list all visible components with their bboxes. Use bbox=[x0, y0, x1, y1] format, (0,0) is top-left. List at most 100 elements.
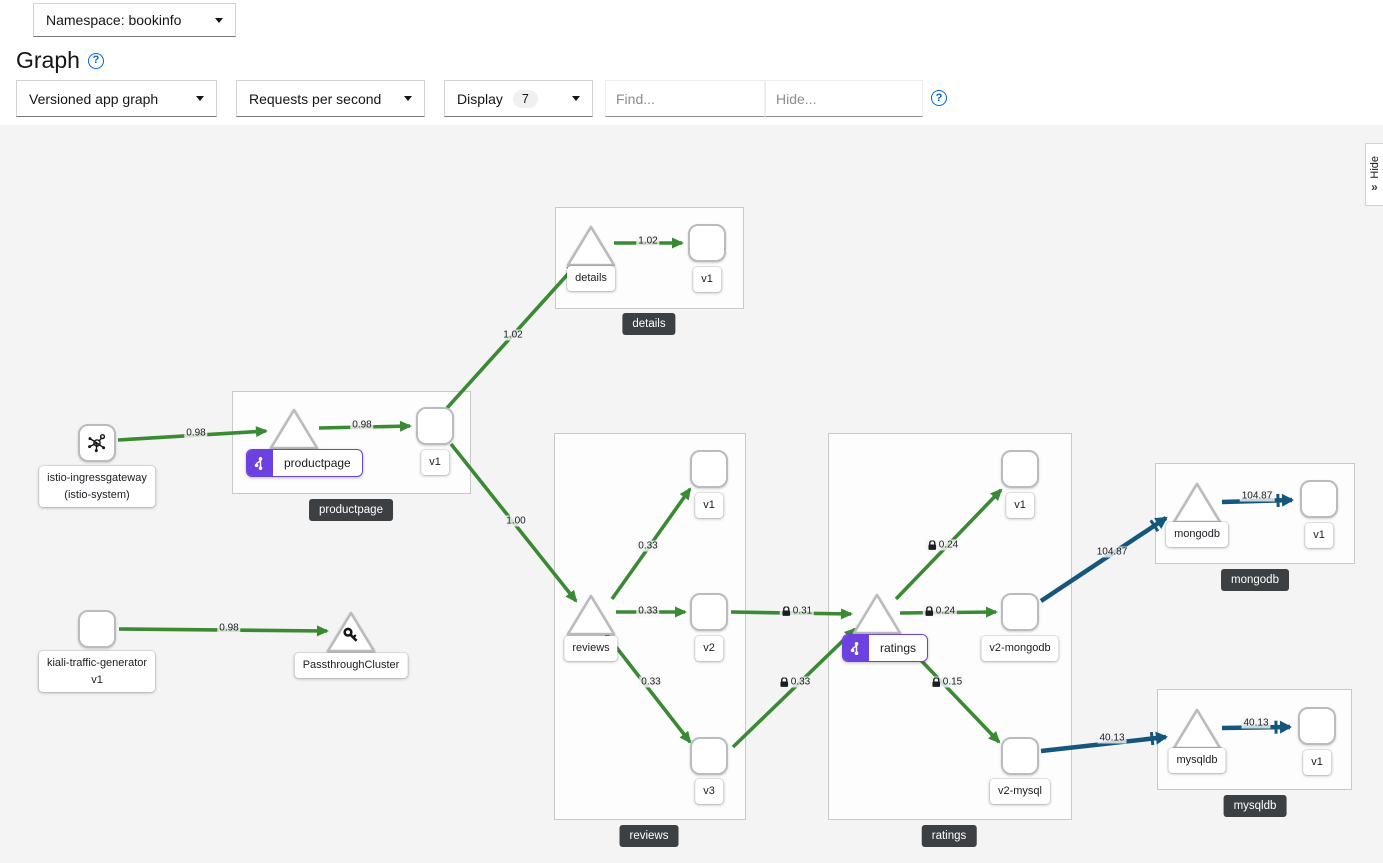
side-panel-hide-tab[interactable]: Hide » bbox=[1365, 143, 1383, 206]
node-label-mongodb[interactable]: mongodb bbox=[1166, 522, 1228, 547]
node-passthroughcluster[interactable] bbox=[324, 609, 378, 655]
app-badge-productpage[interactable]: productpage bbox=[246, 449, 363, 477]
node-reviews-app[interactable] bbox=[564, 592, 618, 638]
node-label-productpage-v1[interactable]: v1 bbox=[421, 450, 449, 475]
group-tooltip-mysqldb: mysqldb bbox=[1223, 795, 1287, 817]
namespace-select[interactable]: Namespace: bookinfo bbox=[33, 3, 236, 37]
hide-input[interactable] bbox=[765, 80, 923, 117]
graph-type-select[interactable]: Versioned app graph bbox=[16, 80, 217, 117]
group-tooltip-label: details bbox=[632, 318, 666, 330]
node-productpage-app[interactable] bbox=[267, 406, 321, 452]
group-tooltip-reviews: reviews bbox=[619, 825, 679, 847]
node-label-line: PassthroughCluster bbox=[302, 659, 400, 671]
display-label: Display bbox=[457, 90, 503, 107]
group-tooltip-label: ratings bbox=[931, 830, 967, 842]
node-label-ratings-v2-mysql[interactable]: v2-mysql bbox=[989, 779, 1051, 804]
app-badge-icon bbox=[843, 635, 869, 661]
app-node-shape bbox=[1170, 480, 1224, 526]
graph-help-icon[interactable]: ? bbox=[87, 52, 104, 69]
toolbar-help-icon[interactable]: ? bbox=[931, 90, 947, 106]
node-label-details-v1[interactable]: v1 bbox=[693, 267, 721, 292]
node-label-reviews-v2[interactable]: v2 bbox=[695, 636, 723, 661]
chevron-down-icon bbox=[404, 96, 412, 101]
group-tooltip-label: productpage bbox=[319, 504, 383, 516]
node-label-mongodb-v1[interactable]: v1 bbox=[1305, 523, 1333, 548]
edge-label-ratings-to-v1: 0.24 bbox=[925, 539, 961, 551]
workload-node-shape bbox=[1001, 593, 1039, 631]
node-label-line: v1 bbox=[1014, 499, 1026, 511]
node-istio-ingressgateway[interactable] bbox=[78, 424, 116, 462]
edge-label-productpage-to-details: 1.02 bbox=[501, 329, 525, 341]
node-ratings-v1[interactable] bbox=[1001, 450, 1039, 488]
node-mysqldb-app[interactable] bbox=[1170, 706, 1224, 752]
node-label-line: v1 bbox=[1313, 529, 1325, 541]
node-label-kiali-traffic-generator[interactable]: kiali-traffic-generator v1 bbox=[38, 651, 156, 692]
mtls-lock-icon bbox=[928, 540, 937, 550]
node-reviews-v2[interactable] bbox=[690, 593, 728, 631]
edge-rate-value: 104.87 bbox=[1241, 490, 1273, 502]
edge-rate-value: 0.15 bbox=[942, 676, 963, 688]
node-mongodb-app[interactable] bbox=[1170, 480, 1224, 526]
node-label-istio-ingressgateway[interactable]: istio-ingressgateway (istio-system) bbox=[39, 466, 155, 507]
node-reviews-v3[interactable] bbox=[690, 737, 728, 775]
node-label-reviews-v3[interactable]: v3 bbox=[695, 779, 723, 804]
node-label-line: v3 bbox=[703, 785, 715, 797]
edge-v2mongodb-to-mongodb[interactable] bbox=[1039, 516, 1168, 603]
edge-label-mysqldb-to-v1: 40.13 bbox=[1241, 717, 1271, 729]
node-details-v1[interactable] bbox=[688, 224, 726, 262]
node-label-details[interactable]: details bbox=[567, 266, 615, 291]
edge-rate-value: 0.33 bbox=[638, 540, 658, 552]
node-label-line: mongodb bbox=[1174, 528, 1220, 540]
node-ratings-v2-mysql[interactable] bbox=[1001, 737, 1039, 775]
node-label-mysqldb[interactable]: mysqldb bbox=[1168, 748, 1226, 773]
node-label-line: v2 bbox=[703, 642, 715, 654]
workload-node-shape bbox=[688, 224, 726, 262]
node-label-reviews[interactable]: reviews bbox=[564, 636, 618, 661]
node-label-mysqldb-v1[interactable]: v1 bbox=[1303, 750, 1331, 775]
app-node-shape bbox=[324, 609, 378, 655]
node-details-app[interactable] bbox=[564, 223, 618, 269]
node-mongodb-v1[interactable] bbox=[1300, 480, 1338, 518]
chevron-down-icon bbox=[572, 96, 580, 101]
node-reviews-v1[interactable] bbox=[690, 450, 728, 488]
edge-rate-value: 0.98 bbox=[352, 419, 372, 431]
edge-reviews-v3-to-ratings[interactable] bbox=[731, 627, 857, 749]
edge-label-reviews-v2-to-ratings: 0.31 bbox=[779, 605, 815, 617]
app-badge-ratings[interactable]: ratings bbox=[842, 634, 929, 662]
node-label-line: reviews bbox=[572, 642, 610, 654]
edge-label-reviews-to-v2: 0.33 bbox=[636, 605, 660, 617]
node-label-line: v1 bbox=[429, 456, 441, 468]
node-mysqldb-v1[interactable] bbox=[1298, 707, 1336, 745]
workload-node-shape bbox=[1300, 480, 1338, 518]
app-node-shape bbox=[1170, 706, 1224, 752]
group-tooltip-label: mysqldb bbox=[1233, 800, 1277, 812]
node-label-passthroughcluster[interactable]: PassthroughCluster bbox=[294, 653, 408, 678]
side-panel-hide-label: Hide bbox=[1368, 155, 1381, 179]
edge-rate-value: 40.13 bbox=[1099, 732, 1125, 744]
mtls-lock-icon bbox=[925, 606, 934, 616]
edge-label-v2mysql-to-mysqldb: 40.13 bbox=[1097, 732, 1127, 744]
edge-rate-value: 0.33 bbox=[641, 676, 661, 688]
node-ratings-app[interactable] bbox=[850, 591, 904, 637]
edge-rate-value: 0.24 bbox=[935, 605, 956, 617]
workload-node-shape bbox=[690, 593, 728, 631]
node-ratings-v2-mongodb[interactable] bbox=[1001, 593, 1039, 631]
edge-rate-value: 0.98 bbox=[186, 427, 206, 439]
edge-rate-value: 0.33 bbox=[638, 605, 658, 617]
workload-node-shape bbox=[690, 737, 728, 775]
graph-canvas[interactable]: 0.98 0.98 1.02 1.02 1.00 0.33 0.33 0.33 0.31 0.33… bbox=[0, 125, 1383, 863]
node-label-reviews-v1[interactable]: v1 bbox=[695, 493, 723, 518]
traffic-metric-select[interactable]: Requests per second bbox=[236, 80, 425, 117]
node-label-ratings-v2-mongodb[interactable]: v2-mongodb bbox=[981, 636, 1059, 661]
node-kiali-traffic-generator[interactable] bbox=[78, 610, 116, 648]
find-input[interactable] bbox=[605, 80, 765, 117]
node-label-ratings-v1[interactable]: v1 bbox=[1006, 493, 1034, 518]
node-productpage-v1[interactable] bbox=[416, 407, 454, 445]
node-label-line: details bbox=[575, 272, 607, 284]
node-label-line: v1 bbox=[703, 499, 715, 511]
workload-node-shape bbox=[78, 610, 116, 648]
edge-reviews-to-v3[interactable] bbox=[604, 632, 692, 744]
edge-label-v2mongodb-to-mongodb: 104.87 bbox=[1094, 546, 1130, 558]
edge-rate-value: 40.13 bbox=[1243, 717, 1269, 729]
display-select[interactable]: Display 7 bbox=[444, 80, 593, 117]
